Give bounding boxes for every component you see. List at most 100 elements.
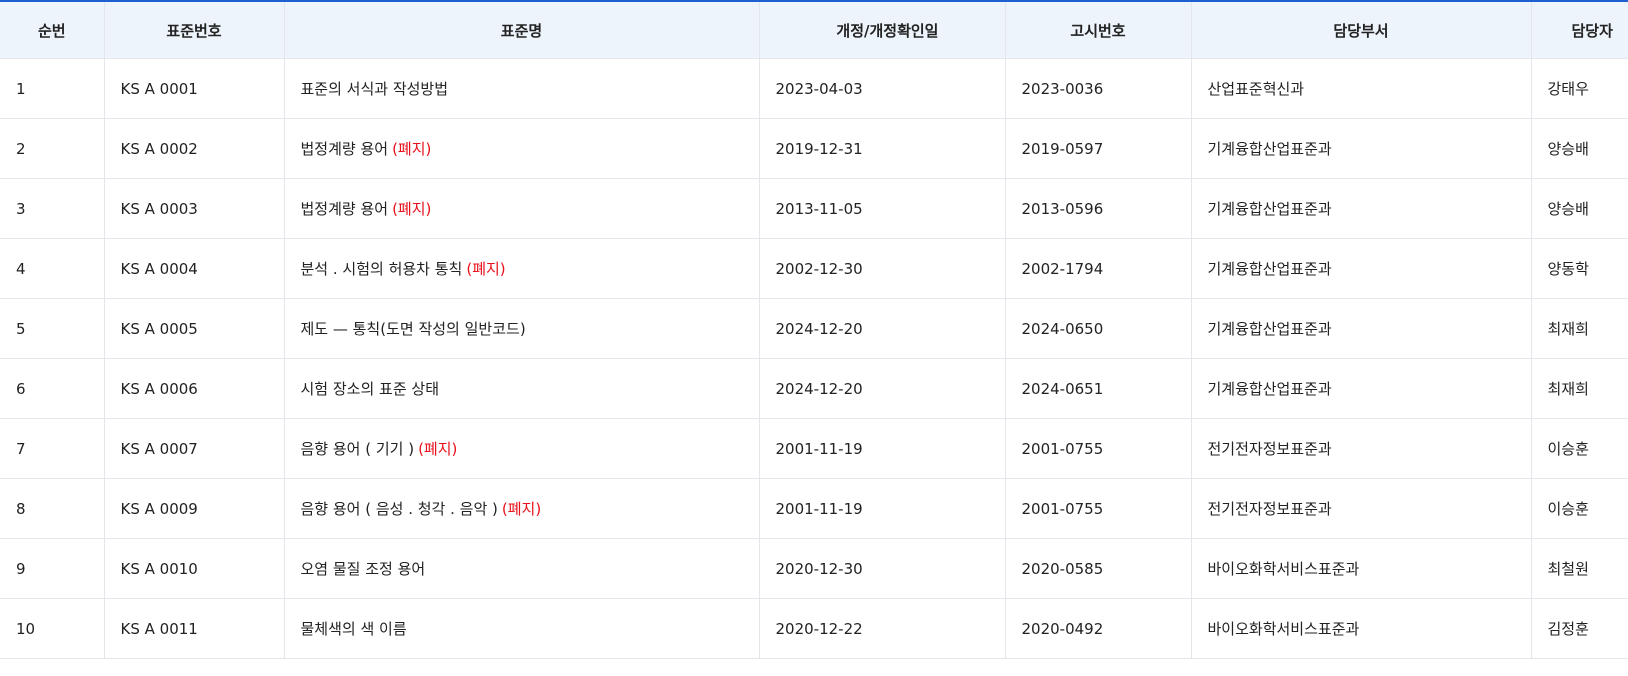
cell-notice: 2001-0755: [1005, 478, 1192, 539]
cell-name: 법정계량 용어 (폐지): [284, 118, 760, 179]
cell-name: 법정계량 용어 (폐지): [284, 178, 760, 239]
cell-date: 2001-11-19: [759, 418, 1006, 479]
cell-dept: 기계융합산업표준과: [1191, 358, 1532, 419]
table-body: 1 KS A 0001 표준의 서식과 작성방법 2023-04-03 2023-003…: [0, 58, 1628, 659]
cell-notice: 2024-0651: [1005, 358, 1192, 419]
cell-person: 이승훈: [1531, 478, 1628, 539]
cell-no: 10: [0, 598, 105, 659]
header-no: 순번: [0, 1, 105, 59]
cell-date: 2024-12-20: [759, 358, 1006, 419]
cell-code: KS A 0003: [104, 178, 285, 239]
table-row[interactable]: 1 KS A 0001 표준의 서식과 작성방법 2023-04-03 2023-003…: [0, 58, 1628, 119]
cell-code: KS A 0009: [104, 478, 285, 539]
cell-no: 8: [0, 478, 105, 539]
standard-name-link[interactable]: 오염 물질 조정 용어: [301, 560, 426, 578]
cell-notice: 2020-0492: [1005, 598, 1192, 659]
withdrawn-badge: (폐지): [501, 500, 542, 518]
cell-name: 시험 장소의 표준 상태: [284, 358, 760, 419]
table-row[interactable]: 5 KS A 0005 제도 — 통칙(도면 작성의 일반코드) 2024-12-20…: [0, 298, 1628, 359]
table-row[interactable]: 10 KS A 0011 물체색의 색 이름 2020-12-22 2020-0492 바…: [0, 598, 1628, 659]
standard-name-link[interactable]: 표준의 서식과 작성방법: [301, 80, 449, 98]
cell-notice: 2013-0596: [1005, 178, 1192, 239]
header-code: 표준번호: [104, 1, 285, 59]
cell-person: 강태우: [1531, 58, 1628, 119]
standard-name-link[interactable]: 음향 용어 ( 기기 ): [301, 440, 415, 458]
cell-dept: 전기전자정보표준과: [1191, 478, 1532, 539]
cell-name: 분석 . 시험의 허용차 통칙 (폐지): [284, 238, 760, 299]
cell-dept: 기계융합산업표준과: [1191, 178, 1532, 239]
cell-no: 9: [0, 538, 105, 599]
cell-person: 최재희: [1531, 358, 1628, 419]
header-notice: 고시번호: [1005, 1, 1192, 59]
cell-no: 2: [0, 118, 105, 179]
cell-notice: 2019-0597: [1005, 118, 1192, 179]
cell-name: 물체색의 색 이름: [284, 598, 760, 659]
cell-name: 제도 — 통칙(도면 작성의 일반코드): [284, 298, 760, 359]
cell-person: 양승배: [1531, 178, 1628, 239]
table-row[interactable]: 6 KS A 0006 시험 장소의 표준 상태 2024-12-20 2024-065…: [0, 358, 1628, 419]
cell-code: KS A 0002: [104, 118, 285, 179]
standard-name-link[interactable]: 법정계량 용어: [301, 140, 389, 158]
cell-notice: 2023-0036: [1005, 58, 1192, 119]
header-dept: 담당부서: [1191, 1, 1532, 59]
cell-person: 이승훈: [1531, 418, 1628, 479]
cell-person: 최철원: [1531, 538, 1628, 599]
cell-person: 양승배: [1531, 118, 1628, 179]
standards-table-container: 순번 표준번호 표준명 개정/개정확인일 고시번호 담당부서 담당자 1 KS A…: [0, 0, 1628, 676]
cell-code: KS A 0007: [104, 418, 285, 479]
table-header: 순번 표준번호 표준명 개정/개정확인일 고시번호 담당부서 담당자: [0, 1, 1628, 59]
standard-name-link[interactable]: 음향 용어 ( 음성 . 청각 . 음악 ): [301, 500, 498, 518]
cell-person: 최재희: [1531, 298, 1628, 359]
cell-name: 표준의 서식과 작성방법: [284, 58, 760, 119]
cell-name: 오염 물질 조정 용어: [284, 538, 760, 599]
cell-no: 4: [0, 238, 105, 299]
cell-code: KS A 0001: [104, 58, 285, 119]
cell-code: KS A 0010: [104, 538, 285, 599]
standard-name-link[interactable]: 분석 . 시험의 허용차 통칙: [301, 260, 463, 278]
cell-code: KS A 0011: [104, 598, 285, 659]
table-row[interactable]: 7 KS A 0007 음향 용어 ( 기기 ) (폐지) 2001-11-19 2001…: [0, 418, 1628, 479]
cell-notice: 2001-0755: [1005, 418, 1192, 479]
cell-no: 6: [0, 358, 105, 419]
withdrawn-badge: (폐지): [466, 260, 506, 278]
standards-table: 순번 표준번호 표준명 개정/개정확인일 고시번호 담당부서 담당자 1 KS A…: [0, 0, 1628, 659]
cell-code: KS A 0005: [104, 298, 285, 359]
cell-dept: 바이오화학서비스표준과: [1191, 598, 1532, 659]
header-row: 순번 표준번호 표준명 개정/개정확인일 고시번호 담당부서 담당자: [0, 1, 1628, 59]
standard-name-link[interactable]: 물체색의 색 이름: [301, 620, 407, 638]
table-row[interactable]: 3 KS A 0003 법정계량 용어 (폐지) 2013-11-05 2013-0596…: [0, 178, 1628, 239]
cell-name: 음향 용어 ( 음성 . 청각 . 음악 ) (폐지): [284, 478, 760, 539]
cell-date: 2020-12-30: [759, 538, 1006, 599]
table-row[interactable]: 9 KS A 0010 오염 물질 조정 용어 2020-12-30 2020-0585…: [0, 538, 1628, 599]
table-row[interactable]: 8 KS A 0009 음향 용어 ( 음성 . 청각 . 음악 ) (폐지) 2001…: [0, 478, 1628, 539]
standard-name-link[interactable]: 제도 — 통칙(도면 작성의 일반코드): [301, 320, 526, 338]
cell-dept: 기계융합산업표준과: [1191, 118, 1532, 179]
cell-notice: 2020-0585: [1005, 538, 1192, 599]
cell-name: 음향 용어 ( 기기 ) (폐지): [284, 418, 760, 479]
cell-person: 김정훈: [1531, 598, 1628, 659]
withdrawn-badge: (폐지): [392, 140, 432, 158]
cell-no: 5: [0, 298, 105, 359]
standard-name-link[interactable]: 시험 장소의 표준 상태: [301, 380, 440, 398]
withdrawn-badge: (폐지): [392, 200, 432, 218]
cell-dept: 산업표준혁신과: [1191, 58, 1532, 119]
standard-name-link[interactable]: 법정계량 용어: [301, 200, 389, 218]
header-person: 담당자: [1531, 1, 1628, 59]
cell-person: 양동학: [1531, 238, 1628, 299]
cell-date: 2020-12-22: [759, 598, 1006, 659]
cell-dept: 기계융합산업표준과: [1191, 298, 1532, 359]
withdrawn-badge: (폐지): [418, 440, 458, 458]
cell-notice: 2002-1794: [1005, 238, 1192, 299]
cell-code: KS A 0004: [104, 238, 285, 299]
cell-notice: 2024-0650: [1005, 298, 1192, 359]
cell-date: 2023-04-03: [759, 58, 1006, 119]
cell-dept: 전기전자정보표준과: [1191, 418, 1532, 479]
table-row[interactable]: 2 KS A 0002 법정계량 용어 (폐지) 2019-12-31 2019-0597…: [0, 118, 1628, 179]
cell-date: 2019-12-31: [759, 118, 1006, 179]
cell-dept: 바이오화학서비스표준과: [1191, 538, 1532, 599]
table-row[interactable]: 4 KS A 0004 분석 . 시험의 허용차 통칙 (폐지) 2002-12-30 2…: [0, 238, 1628, 299]
cell-dept: 기계융합산업표준과: [1191, 238, 1532, 299]
cell-date: 2013-11-05: [759, 178, 1006, 239]
header-date: 개정/개정확인일: [759, 1, 1006, 59]
cell-no: 3: [0, 178, 105, 239]
